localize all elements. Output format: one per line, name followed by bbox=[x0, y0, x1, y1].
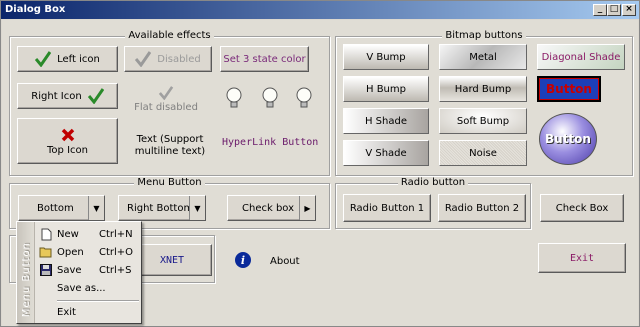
checkmark-icon bbox=[35, 51, 52, 67]
title-bar: Dialog Box _ □ × bbox=[1, 1, 639, 19]
menu-separator bbox=[57, 300, 139, 302]
radio-button-2[interactable]: Radio Button 2 bbox=[438, 194, 526, 222]
h-shade-button[interactable]: H Shade bbox=[343, 108, 429, 134]
hard-bump-button[interactable]: Hard Bump bbox=[439, 76, 527, 102]
check-box-menu-label: Check box bbox=[242, 202, 295, 214]
menu-item-label: Exit bbox=[57, 306, 76, 318]
menu-item-label: New bbox=[57, 228, 79, 240]
popup-menu: Menu Button New Ctrl+N Open Ctrl+O Save … bbox=[16, 221, 142, 324]
hyperlink-button[interactable]: HyperLink Button bbox=[222, 137, 318, 148]
xnet-button[interactable]: XNET bbox=[132, 244, 212, 276]
check-box-button[interactable]: Check Box bbox=[540, 194, 624, 222]
right-arrow-icon[interactable]: ▶ bbox=[299, 196, 315, 220]
menu-item-open[interactable]: Open Ctrl+O bbox=[37, 243, 141, 261]
open-folder-icon bbox=[39, 247, 52, 258]
available-effects-caption: Available effects bbox=[125, 30, 214, 41]
minimize-button[interactable]: _ bbox=[593, 4, 607, 16]
h-bump-button[interactable]: H Bump bbox=[343, 76, 429, 102]
exit-button[interactable]: Exit bbox=[538, 243, 626, 273]
top-icon-button[interactable]: Top Icon bbox=[17, 118, 118, 164]
menu-item-save[interactable]: Save Ctrl+S bbox=[37, 261, 141, 279]
lightbulb-icon[interactable] bbox=[294, 86, 314, 110]
soft-bump-button[interactable]: Soft Bump bbox=[439, 108, 527, 134]
lightbulb-icon[interactable] bbox=[260, 86, 280, 110]
about-link[interactable]: About bbox=[270, 256, 300, 267]
top-icon-label: Top Icon bbox=[47, 144, 88, 156]
right-icon-label: Right Icon bbox=[31, 90, 82, 102]
right-bottom-menu-button[interactable]: Right Bottom ▼ bbox=[118, 195, 206, 221]
left-icon-button[interactable]: Left icon bbox=[17, 46, 118, 72]
menu-item-exit[interactable]: Exit bbox=[37, 303, 141, 321]
check-box-menu-button[interactable]: Check box ▶ bbox=[227, 195, 316, 221]
menu-item-label: Save as... bbox=[57, 282, 106, 294]
right-bottom-menu-label: Right Bottom bbox=[127, 202, 194, 214]
dialog-window: Dialog Box _ □ × Available effects Left … bbox=[0, 0, 640, 327]
menu-strip-label: Menu Button bbox=[21, 241, 32, 317]
new-file-icon bbox=[41, 228, 51, 240]
menu-item-shortcut: Ctrl+S bbox=[99, 264, 132, 276]
bitmap-buttons-caption: Bitmap buttons bbox=[442, 30, 526, 41]
set-3-state-color-label: Set 3 state color bbox=[223, 53, 306, 65]
metal-button[interactable]: Metal bbox=[439, 44, 527, 70]
right-icon-button[interactable]: Right Icon bbox=[17, 83, 118, 109]
blue-button[interactable]: Button bbox=[537, 76, 601, 102]
red-x-icon bbox=[61, 128, 74, 141]
round-button[interactable]: Button bbox=[539, 113, 597, 165]
left-icon-label: Left icon bbox=[57, 53, 100, 65]
set-3-state-color-button[interactable]: Set 3 state color bbox=[220, 46, 309, 72]
bottom-menu-label: Bottom bbox=[37, 202, 74, 214]
dropdown-arrow-icon[interactable]: ▼ bbox=[189, 196, 205, 220]
radio-button-1[interactable]: Radio Button 1 bbox=[343, 194, 431, 222]
noise-button[interactable]: Noise bbox=[439, 140, 527, 166]
menu-item-save-as[interactable]: Save as... bbox=[37, 279, 141, 297]
lightbulb-buttons bbox=[224, 86, 316, 110]
menu-item-shortcut: Ctrl+O bbox=[99, 246, 134, 258]
diagonal-shade-button[interactable]: Diagonal Shade bbox=[537, 44, 625, 70]
disabled-button[interactable]: Disabled bbox=[124, 46, 212, 72]
checkmark-icon bbox=[87, 88, 104, 104]
menu-item-new[interactable]: New Ctrl+N bbox=[37, 225, 141, 243]
radio-button-caption: Radio button bbox=[397, 177, 469, 188]
menu-item-shortcut: Ctrl+N bbox=[99, 228, 133, 240]
lightbulb-icon[interactable] bbox=[224, 86, 244, 110]
disabled-label: Disabled bbox=[157, 53, 201, 65]
menu-button-caption: Menu Button bbox=[134, 177, 205, 188]
bottom-menu-button[interactable]: Bottom ▼ bbox=[18, 195, 105, 221]
close-button[interactable]: × bbox=[622, 4, 636, 16]
v-bump-button[interactable]: V Bump bbox=[343, 44, 429, 70]
menu-item-label: Save bbox=[57, 264, 82, 276]
multiline-text-button[interactable]: Text (Support multiline text) bbox=[134, 134, 206, 158]
dialog-client: Available effects Left icon Disabled Set… bbox=[2, 20, 638, 326]
v-shade-button[interactable]: V Shade bbox=[343, 140, 429, 166]
menu-item-label: Open bbox=[57, 246, 84, 258]
flat-disabled-label: Flat disabled bbox=[134, 101, 198, 113]
maximize-button[interactable]: □ bbox=[607, 4, 621, 16]
floppy-disk-icon bbox=[40, 264, 52, 276]
checkmark-icon bbox=[158, 85, 174, 100]
window-title: Dialog Box bbox=[5, 4, 66, 15]
dropdown-arrow-icon[interactable]: ▼ bbox=[88, 196, 104, 220]
flat-disabled-button[interactable]: Flat disabled bbox=[128, 81, 204, 117]
info-icon[interactable]: i bbox=[235, 252, 251, 268]
menu-side-strip: Menu Button bbox=[17, 222, 35, 323]
checkmark-icon bbox=[135, 51, 152, 67]
